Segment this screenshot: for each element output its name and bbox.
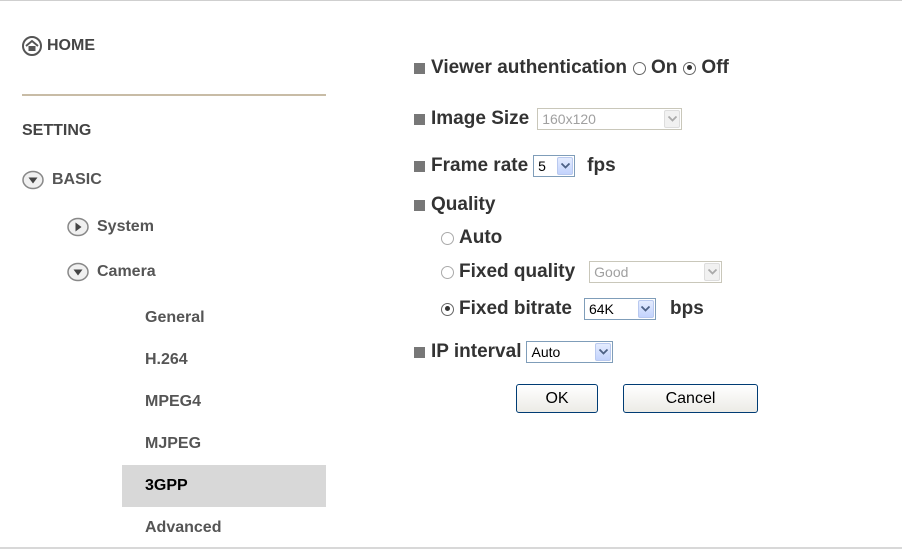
quality-auto-radio[interactable] [441,231,454,245]
sidebar-item-mpeg4[interactable]: MPEG4 [122,381,326,423]
fixed-bitrate-value: 64K [588,301,614,317]
fixed-bitrate-radio[interactable] [441,302,454,316]
cancel-button[interactable]: Cancel [623,384,758,413]
bullet-icon [414,62,425,74]
fixed-bitrate-row: Fixed bitrate 64K bps [435,298,704,320]
home-link[interactable]: HOME [22,36,95,56]
image-size-label: Image Size [431,108,530,129]
fixed-quality-label: Fixed quality [459,261,576,282]
fixed-quality-value: Good [594,264,629,280]
sidebar-item-label: System [97,218,154,235]
sidebar-item-mjpeg[interactable]: MJPEG [122,423,326,465]
quality-auto-row: Auto [435,227,502,249]
fixed-bitrate-select[interactable]: 64K [583,298,656,320]
fixed-bitrate-label: Fixed bitrate [459,298,572,319]
fixed-quality-select[interactable]: Good [589,261,723,283]
auth-on-radio[interactable] [633,61,647,75]
quality-auto-label: Auto [459,227,503,248]
ip-interval-row: IP interval Auto [414,341,619,363]
auth-off-label: Off [701,57,729,78]
chevron-down-icon [704,263,721,281]
chevron-down-icon [22,170,44,190]
viewer-authentication-row: Viewer authentication On Off [414,57,729,79]
frame-rate-row: Frame rate 5 fps [414,155,616,177]
auth-on-label: On [651,57,678,78]
fixed-quality-radio[interactable] [441,265,454,279]
home-label: HOME [47,37,95,54]
fixed-quality-row: Fixed quality Good [435,261,728,283]
ip-interval-value: Auto [531,344,561,360]
image-size-value: 160x120 [542,111,596,127]
bullet-icon [414,160,425,172]
ok-button[interactable]: OK [516,384,598,413]
bullet-icon [414,346,425,358]
frame-rate-unit: fps [587,155,616,176]
chevron-down-icon [664,110,681,128]
chevron-down-icon [67,262,89,282]
frame-rate-value: 5 [538,158,546,174]
image-size-select[interactable]: 160x120 [537,108,683,130]
ip-interval-select[interactable]: Auto [526,341,614,363]
ip-interval-label: IP interval [431,341,522,362]
sidebar-item-camera[interactable]: Camera [67,262,156,282]
sidebar-item-basic[interactable]: BASIC [22,170,102,190]
home-icon [22,36,42,56]
chevron-down-icon [637,300,654,318]
section-title-setting: SETTING [22,122,92,139]
quality-label: Quality [431,194,496,215]
viewer-authentication-label: Viewer authentication [431,57,628,78]
frame-rate-label: Frame rate [431,155,529,176]
sidebar-item-label: Camera [97,263,156,280]
sidebar-item-advanced[interactable]: Advanced [122,507,326,549]
auth-off-radio[interactable] [683,61,697,75]
chevron-right-icon [67,217,89,237]
quality-row: Quality [414,194,495,216]
chevron-down-icon [557,157,574,175]
sidebar-item-general[interactable]: General [122,297,326,339]
sidebar-item-label: BASIC [52,171,102,188]
bullet-icon [414,199,425,211]
top-divider [0,0,902,1]
bitrate-unit: bps [669,298,704,319]
bullet-icon [414,113,425,125]
image-size-row: Image Size 160x120 [414,108,688,130]
sidebar-item-system[interactable]: System [67,217,154,237]
sidebar-divider [22,94,326,96]
chevron-down-icon [595,343,612,361]
frame-rate-select[interactable]: 5 [533,155,576,177]
sidebar-item-h264[interactable]: H.264 [122,339,326,381]
sidebar-item-3gpp[interactable]: 3GPP [122,465,326,507]
